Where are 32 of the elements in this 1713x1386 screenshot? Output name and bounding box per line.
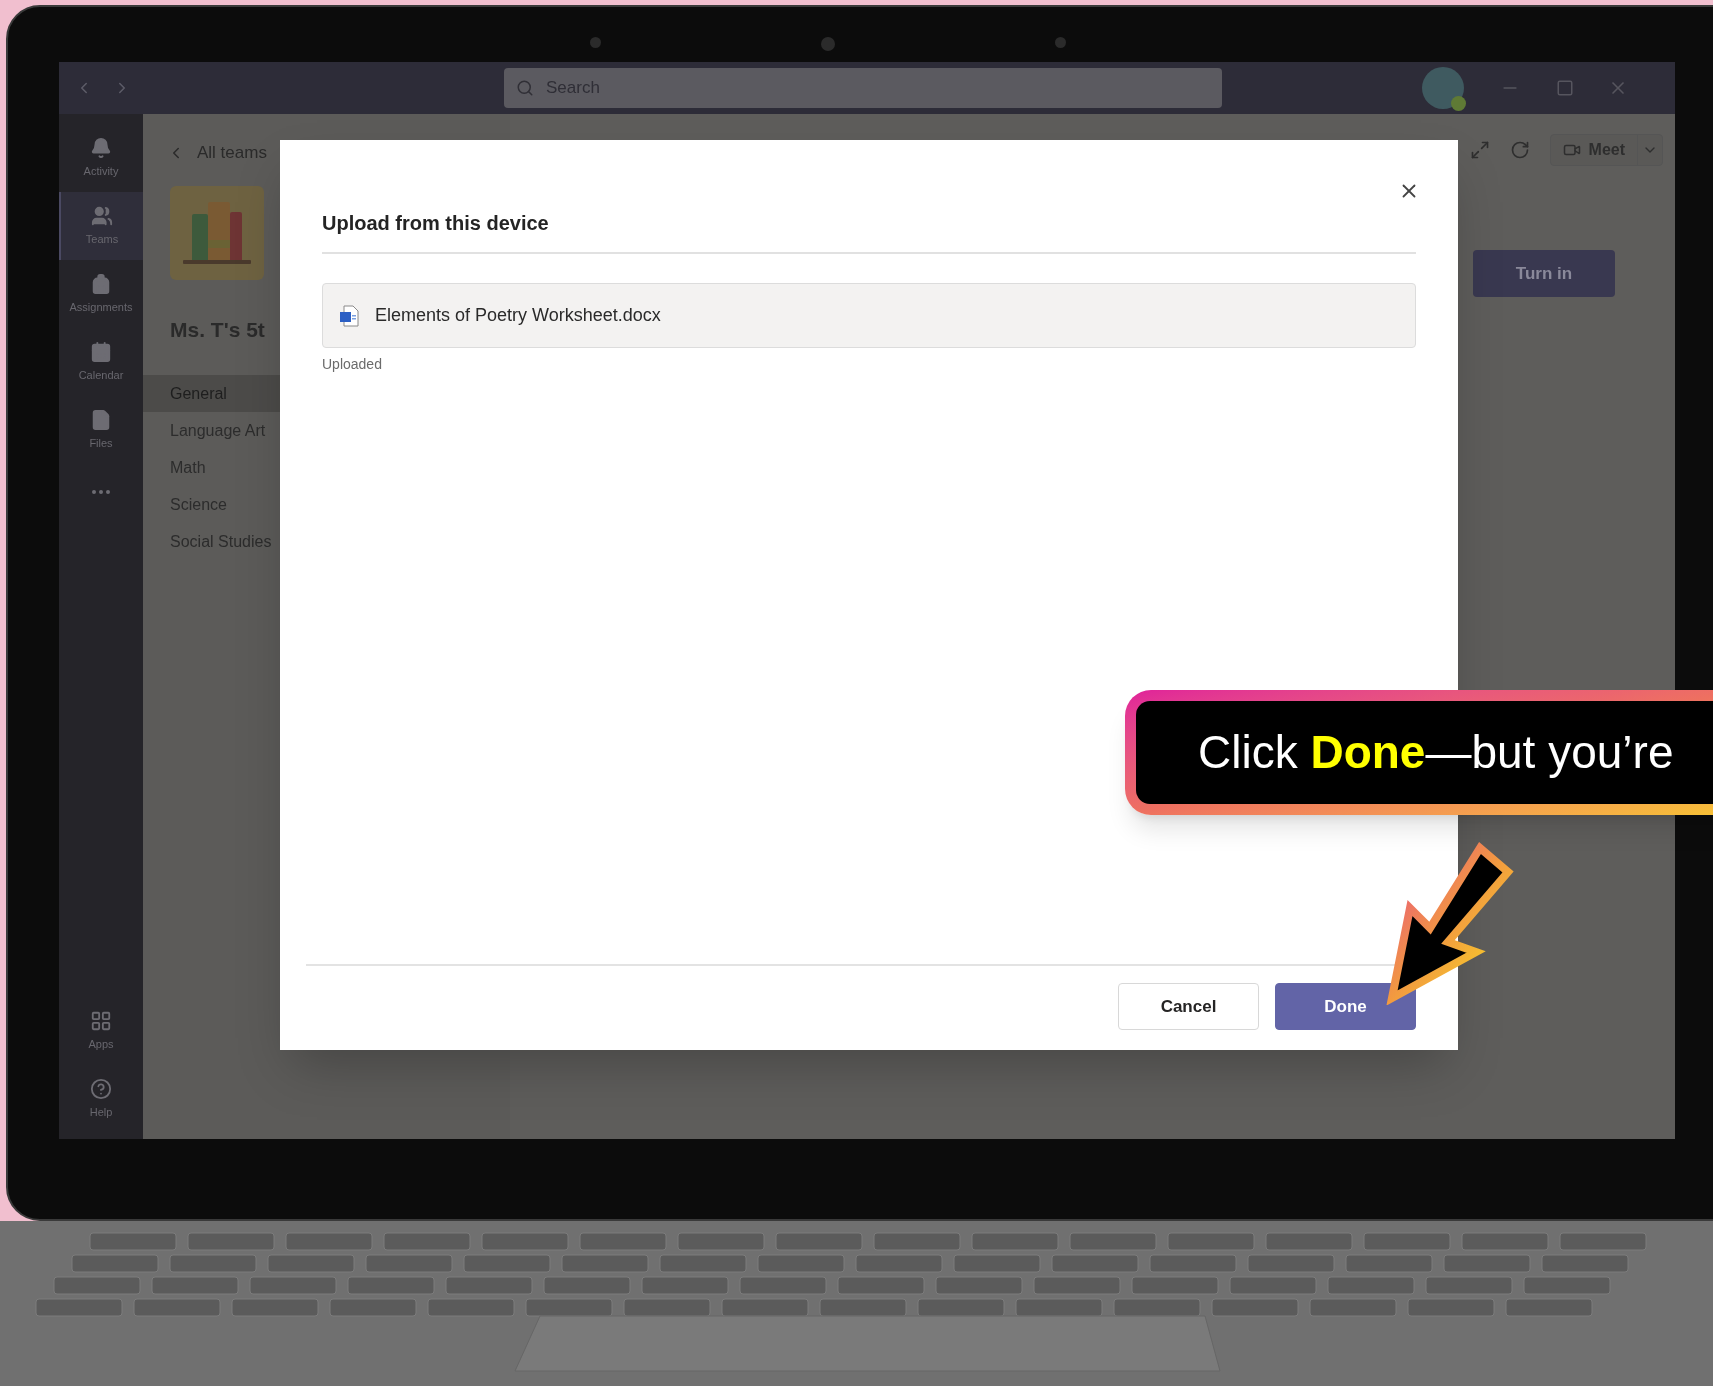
expand-icon[interactable] — [1469, 140, 1490, 160]
turn-in-button[interactable]: Turn in — [1473, 250, 1615, 297]
upload-status: Uploaded — [322, 355, 382, 374]
file-name: Elements of Poetry Worksheet.docx — [375, 304, 661, 327]
rail-label: Activity — [83, 163, 119, 179]
apps-icon — [90, 1009, 112, 1032]
rail-label: Apps — [88, 1036, 114, 1052]
rail-item[interactable]: Activity — [59, 124, 143, 192]
rail-item[interactable]: Calendar — [59, 328, 143, 396]
cancel-button[interactable]: Cancel — [1118, 983, 1259, 1030]
rail-item[interactable]: Help — [59, 1065, 143, 1133]
rail-label: Help — [89, 1104, 113, 1120]
dialog-title: Upload from this device — [322, 211, 550, 236]
backpack-icon — [90, 272, 112, 295]
word-document-icon — [339, 304, 359, 327]
rail-item[interactable]: Assignments — [59, 260, 143, 328]
calendar-icon — [90, 340, 112, 363]
avatar[interactable] — [1422, 67, 1464, 109]
done-button[interactable]: Done — [1275, 983, 1416, 1030]
rail-label: Assignments — [69, 299, 133, 315]
callout-text: Click Done—but you’re — [1198, 725, 1674, 780]
refresh-icon[interactable] — [1509, 140, 1530, 160]
help-icon — [90, 1077, 112, 1100]
rail-label: Calendar — [78, 367, 124, 383]
rail-item[interactable]: Apps — [59, 997, 143, 1065]
rail-label: Files — [89, 435, 113, 451]
bell-icon — [90, 136, 112, 159]
maximize-icon[interactable] — [1556, 79, 1574, 97]
file-icon — [90, 408, 112, 431]
search-icon — [516, 79, 534, 97]
rail-item[interactable]: Files — [59, 396, 143, 464]
people-icon — [91, 204, 113, 227]
